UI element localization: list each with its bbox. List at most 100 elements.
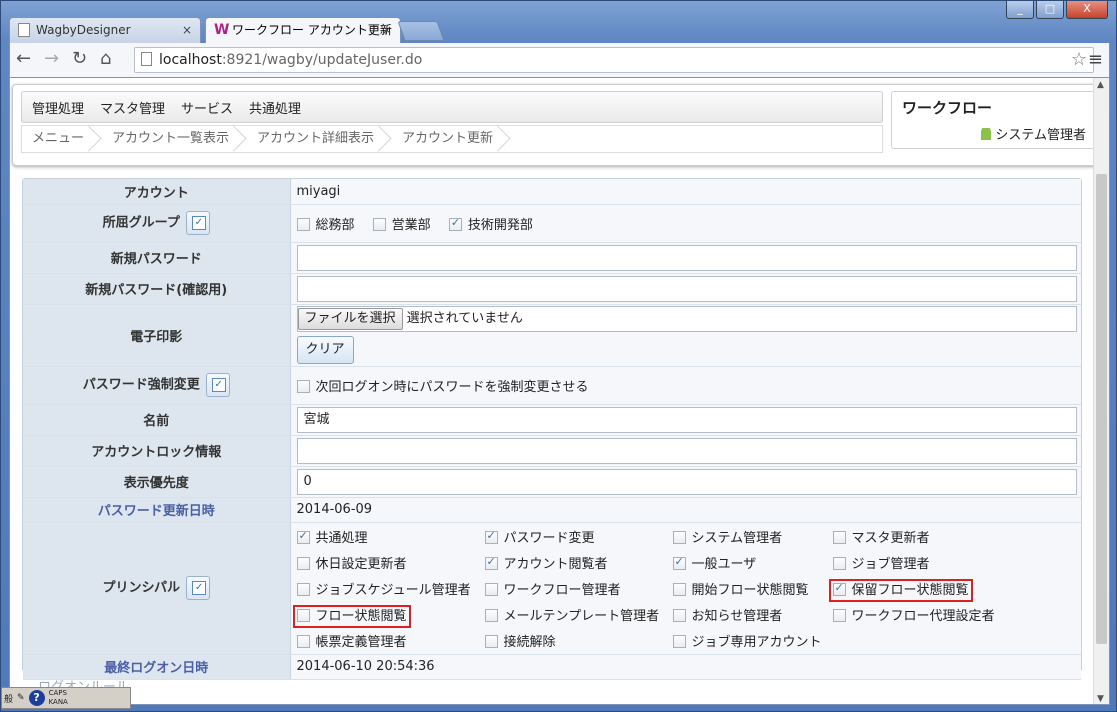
checkbox[interactable] <box>372 217 386 231</box>
breadcrumb-menu[interactable]: メニュー <box>22 125 102 153</box>
file-status: 選択されていません <box>406 311 523 326</box>
group-option-gijutsu[interactable]: 技術開発部 <box>448 214 533 233</box>
reload-icon[interactable]: ↻ <box>72 49 87 69</box>
home-icon[interactable]: ⌂ <box>100 49 111 69</box>
checkbox[interactable] <box>484 582 498 596</box>
principal-option[interactable]: 休日設定更新者 <box>296 553 485 572</box>
ime-mode[interactable]: 般 <box>4 692 13 705</box>
checkbox[interactable] <box>296 608 310 622</box>
principal-option[interactable]: メールテンプレート管理者 <box>484 605 673 624</box>
tab-workflow[interactable]: W ワークフロー アカウント更新 × <box>205 17 401 43</box>
breadcrumb-account-detail[interactable]: アカウント詳細表示 <box>247 125 392 153</box>
page-scrollbar[interactable]: ▲ ▼ <box>1093 78 1109 704</box>
row-principal: プリンシパル 共通処理 パスワード変更 システム管理者 マスタ更新者休日設定更新者 アカ… <box>23 522 1081 655</box>
tab-wagbydesigner[interactable]: WagbyDesigner × <box>9 17 201 43</box>
checkbox[interactable] <box>672 634 686 648</box>
checkbox[interactable] <box>296 217 310 231</box>
browser-window: _ □ X WagbyDesigner × W ワークフロー アカウント更新 ×… <box>0 0 1117 712</box>
checkbox[interactable] <box>296 529 310 544</box>
browser-menu-icon[interactable]: ≡ <box>1088 49 1103 70</box>
principal-option[interactable]: ジョブスケジュール管理者 <box>296 579 485 598</box>
help-icon[interactable]: ? <box>28 690 45 706</box>
checkbox[interactable] <box>832 608 846 622</box>
new-password-input[interactable] <box>296 244 1077 271</box>
scroll-up-icon[interactable]: ▲ <box>1097 80 1104 90</box>
row-pw-updated: パスワード更新日時 2014-06-09 <box>23 497 1081 523</box>
minimize-button[interactable]: _ <box>1006 1 1034 19</box>
menu-item-common[interactable]: 共通処理 <box>249 98 301 117</box>
bookmark-star-icon[interactable]: ☆ <box>1071 48 1087 72</box>
checkbox-toggle-icon[interactable] <box>185 211 210 235</box>
checkbox[interactable] <box>484 634 498 648</box>
principal-option[interactable]: フロー状態閲覧 <box>292 604 485 628</box>
principal-option[interactable]: 帳票定義管理者 <box>296 631 485 650</box>
checkbox[interactable] <box>672 530 686 544</box>
address-bar[interactable]: localhost:8921/wagby/updateJuser.do ☆ <box>134 47 1094 73</box>
forward-arrow-icon[interactable]: → <box>44 49 59 69</box>
principal-option[interactable]: 接続解除 <box>484 631 673 650</box>
menu-item-service[interactable]: サービス <box>181 98 233 117</box>
group-option-eigyo[interactable]: 営業部 <box>372 214 431 233</box>
checkbox[interactable] <box>484 555 498 570</box>
checkbox-toggle-icon[interactable] <box>186 576 211 600</box>
row-name: 名前 宮城 <box>23 404 1081 436</box>
principal-option[interactable]: 開始フロー状態閲覧 <box>672 579 833 598</box>
choose-file-button[interactable]: ファイルを選択 <box>297 308 403 330</box>
back-arrow-icon[interactable]: ← <box>16 49 31 69</box>
row-last-logon: 最終ログオン日時 2014-06-10 20:54:36 <box>23 654 1081 680</box>
checkbox[interactable] <box>832 556 846 570</box>
tab-close-icon[interactable]: × <box>182 18 192 42</box>
menu-item-master[interactable]: マスタ管理 <box>100 98 165 117</box>
ime-settings-icon[interactable]: ✎ <box>17 693 25 703</box>
checkbox[interactable] <box>296 582 310 596</box>
priority-input[interactable]: 0 <box>296 468 1077 495</box>
row-new-password: 新規パスワード <box>23 242 1081 274</box>
account-label: アカウント <box>23 179 291 205</box>
principal-option[interactable]: マスタ更新者 <box>832 527 1023 546</box>
pw-updated-label: パスワード更新日時 <box>23 497 291 523</box>
option-content: 帳票定義管理者 <box>296 634 407 650</box>
clear-button[interactable]: クリア <box>296 336 354 364</box>
checkbox[interactable] <box>484 608 498 622</box>
checkbox[interactable] <box>448 216 462 231</box>
breadcrumb-account-list[interactable]: アカウント一覧表示 <box>102 125 247 153</box>
menu-item-admin[interactable]: 管理処理 <box>32 98 84 117</box>
pw-updated-value: 2014-06-09 <box>290 497 1081 523</box>
checkbox[interactable] <box>672 608 686 622</box>
lock-input[interactable] <box>296 437 1077 464</box>
scroll-down-icon[interactable]: ▼ <box>1097 694 1104 704</box>
checkbox[interactable] <box>672 555 686 570</box>
principal-option[interactable]: ジョブ管理者 <box>832 553 1023 572</box>
breadcrumb: メニュー アカウント一覧表示 アカウント詳細表示 アカウント更新 <box>21 125 883 153</box>
checkbox[interactable] <box>296 634 310 648</box>
tab-close-icon[interactable]: × <box>382 18 392 42</box>
principal-option[interactable]: パスワード変更 <box>484 527 673 546</box>
close-window-button[interactable]: X <box>1066 1 1108 19</box>
principal-option[interactable]: ワークフロー代理設定者 <box>832 605 1023 624</box>
scroll-thumb[interactable] <box>1096 174 1107 644</box>
new-tab-button[interactable] <box>397 21 445 41</box>
principal-option[interactable]: 保留フロー状態閲覧 <box>828 578 1023 602</box>
principal-option[interactable]: お知らせ管理者 <box>672 605 833 624</box>
principal-option-label: パスワード変更 <box>503 530 595 546</box>
ime-toolbar: 般 ✎ ? CAPS KANA <box>1 687 131 709</box>
principal-option[interactable]: 共通処理 <box>296 527 485 546</box>
checkbox[interactable] <box>296 379 310 393</box>
checkbox[interactable] <box>296 556 310 570</box>
principal-option[interactable]: ジョブ専用アカウント <box>672 631 833 650</box>
name-input[interactable]: 宮城 <box>296 406 1077 433</box>
principal-option[interactable]: ワークフロー管理者 <box>484 579 673 598</box>
checkbox[interactable] <box>832 581 846 596</box>
checkbox[interactable] <box>484 529 498 544</box>
force-change-option[interactable]: 次回ログオン時にパスワードを強制変更させる <box>290 366 1081 405</box>
principal-option[interactable]: システム管理者 <box>672 527 833 546</box>
checkbox[interactable] <box>832 530 846 544</box>
checkbox[interactable] <box>672 582 686 596</box>
principal-option[interactable]: アカウント閲覧者 <box>484 553 673 572</box>
principal-option[interactable]: 一般ユーザ <box>672 553 833 572</box>
maximize-button[interactable]: □ <box>1036 1 1064 19</box>
group-option-soumu[interactable]: 総務部 <box>296 214 355 233</box>
checkbox-toggle-icon[interactable] <box>205 373 230 397</box>
current-user[interactable]: システム管理者 <box>981 124 1086 143</box>
new-password-confirm-input[interactable] <box>296 275 1077 302</box>
